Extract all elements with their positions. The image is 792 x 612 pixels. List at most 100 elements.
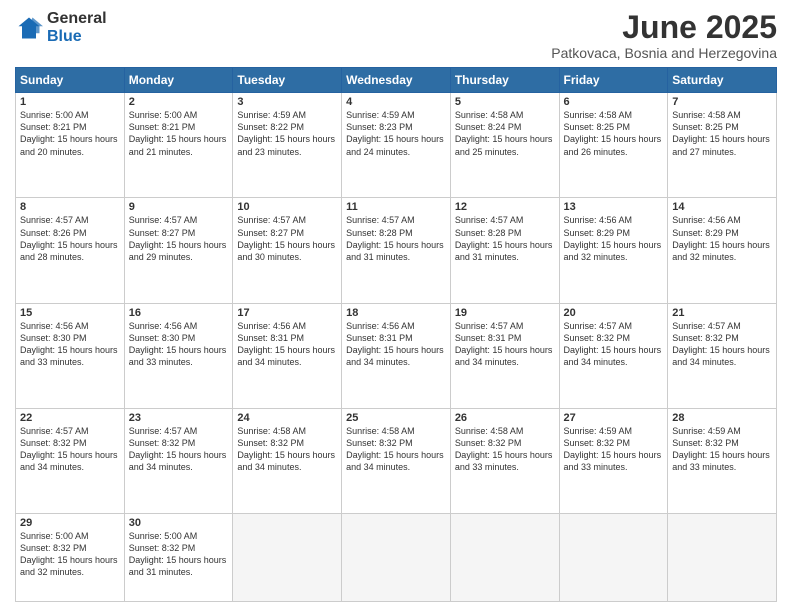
day-number: 16: [129, 307, 229, 319]
table-row: 7 Sunrise: 4:58 AMSunset: 8:25 PMDayligh…: [668, 93, 777, 198]
calendar-subtitle: Patkovaca, Bosnia and Herzegovina: [551, 45, 777, 61]
table-row: 21 Sunrise: 4:57 AMSunset: 8:32 PMDaylig…: [668, 303, 777, 408]
day-info: Sunrise: 4:59 AMSunset: 8:23 PMDaylight:…: [346, 110, 444, 156]
col-wednesday: Wednesday: [342, 68, 451, 93]
day-info: Sunrise: 4:58 AMSunset: 8:32 PMDaylight:…: [346, 426, 444, 472]
day-info: Sunrise: 4:57 AMSunset: 8:31 PMDaylight:…: [455, 321, 553, 367]
table-row: 8 Sunrise: 4:57 AMSunset: 8:26 PMDayligh…: [16, 198, 125, 303]
day-info: Sunrise: 4:57 AMSunset: 8:32 PMDaylight:…: [20, 426, 118, 472]
day-info: Sunrise: 4:58 AMSunset: 8:25 PMDaylight:…: [672, 110, 770, 156]
table-row: 14 Sunrise: 4:56 AMSunset: 8:29 PMDaylig…: [668, 198, 777, 303]
day-info: Sunrise: 4:56 AMSunset: 8:31 PMDaylight:…: [346, 321, 444, 367]
day-number: 11: [346, 201, 446, 213]
table-row: 12 Sunrise: 4:57 AMSunset: 8:28 PMDaylig…: [450, 198, 559, 303]
day-number: 23: [129, 412, 229, 424]
table-row: [450, 514, 559, 602]
day-info: Sunrise: 5:00 AMSunset: 8:32 PMDaylight:…: [129, 531, 227, 577]
table-row: 29 Sunrise: 5:00 AMSunset: 8:32 PMDaylig…: [16, 514, 125, 602]
table-row: 1 Sunrise: 5:00 AMSunset: 8:21 PMDayligh…: [16, 93, 125, 198]
day-number: 29: [20, 517, 120, 529]
table-row: 22 Sunrise: 4:57 AMSunset: 8:32 PMDaylig…: [16, 408, 125, 513]
day-info: Sunrise: 4:56 AMSunset: 8:30 PMDaylight:…: [129, 321, 227, 367]
table-row: 23 Sunrise: 4:57 AMSunset: 8:32 PMDaylig…: [124, 408, 233, 513]
day-info: Sunrise: 4:57 AMSunset: 8:27 PMDaylight:…: [129, 215, 227, 261]
table-row: [668, 514, 777, 602]
header-row: Sunday Monday Tuesday Wednesday Thursday…: [16, 68, 777, 93]
day-number: 24: [237, 412, 337, 424]
col-monday: Monday: [124, 68, 233, 93]
table-row: 13 Sunrise: 4:56 AMSunset: 8:29 PMDaylig…: [559, 198, 668, 303]
day-number: 15: [20, 307, 120, 319]
day-info: Sunrise: 5:00 AMSunset: 8:21 PMDaylight:…: [129, 110, 227, 156]
day-number: 21: [672, 307, 772, 319]
day-info: Sunrise: 5:00 AMSunset: 8:32 PMDaylight:…: [20, 531, 118, 577]
day-number: 25: [346, 412, 446, 424]
day-number: 3: [237, 96, 337, 108]
table-row: 25 Sunrise: 4:58 AMSunset: 8:32 PMDaylig…: [342, 408, 451, 513]
col-friday: Friday: [559, 68, 668, 93]
logo: General Blue: [15, 10, 107, 45]
table-row: 10 Sunrise: 4:57 AMSunset: 8:27 PMDaylig…: [233, 198, 342, 303]
header: General Blue June 2025 Patkovaca, Bosnia…: [15, 10, 777, 61]
table-row: 9 Sunrise: 4:57 AMSunset: 8:27 PMDayligh…: [124, 198, 233, 303]
day-number: 1: [20, 96, 120, 108]
logo-text: General Blue: [47, 10, 107, 45]
day-number: 22: [20, 412, 120, 424]
day-number: 9: [129, 201, 229, 213]
table-row: 28 Sunrise: 4:59 AMSunset: 8:32 PMDaylig…: [668, 408, 777, 513]
day-number: 10: [237, 201, 337, 213]
day-number: 26: [455, 412, 555, 424]
day-info: Sunrise: 4:57 AMSunset: 8:26 PMDaylight:…: [20, 215, 118, 261]
table-row: 30 Sunrise: 5:00 AMSunset: 8:32 PMDaylig…: [124, 514, 233, 602]
day-info: Sunrise: 4:57 AMSunset: 8:32 PMDaylight:…: [129, 426, 227, 472]
logo-icon: [15, 14, 43, 42]
logo-general-text: General: [47, 10, 107, 28]
table-row: 6 Sunrise: 4:58 AMSunset: 8:25 PMDayligh…: [559, 93, 668, 198]
table-row: 4 Sunrise: 4:59 AMSunset: 8:23 PMDayligh…: [342, 93, 451, 198]
table-row: 24 Sunrise: 4:58 AMSunset: 8:32 PMDaylig…: [233, 408, 342, 513]
day-info: Sunrise: 4:57 AMSunset: 8:27 PMDaylight:…: [237, 215, 335, 261]
table-row: [342, 514, 451, 602]
table-row: [559, 514, 668, 602]
day-number: 7: [672, 96, 772, 108]
day-info: Sunrise: 4:57 AMSunset: 8:28 PMDaylight:…: [346, 215, 444, 261]
day-number: 27: [564, 412, 664, 424]
col-sunday: Sunday: [16, 68, 125, 93]
table-row: 16 Sunrise: 4:56 AMSunset: 8:30 PMDaylig…: [124, 303, 233, 408]
day-number: 14: [672, 201, 772, 213]
calendar-table: Sunday Monday Tuesday Wednesday Thursday…: [15, 67, 777, 602]
day-number: 12: [455, 201, 555, 213]
day-info: Sunrise: 4:56 AMSunset: 8:29 PMDaylight:…: [672, 215, 770, 261]
day-info: Sunrise: 4:58 AMSunset: 8:32 PMDaylight:…: [237, 426, 335, 472]
table-row: 15 Sunrise: 4:56 AMSunset: 8:30 PMDaylig…: [16, 303, 125, 408]
table-row: 3 Sunrise: 4:59 AMSunset: 8:22 PMDayligh…: [233, 93, 342, 198]
table-row: [233, 514, 342, 602]
table-row: 27 Sunrise: 4:59 AMSunset: 8:32 PMDaylig…: [559, 408, 668, 513]
day-number: 8: [20, 201, 120, 213]
day-number: 4: [346, 96, 446, 108]
table-row: 11 Sunrise: 4:57 AMSunset: 8:28 PMDaylig…: [342, 198, 451, 303]
day-info: Sunrise: 4:57 AMSunset: 8:32 PMDaylight:…: [564, 321, 662, 367]
table-row: 17 Sunrise: 4:56 AMSunset: 8:31 PMDaylig…: [233, 303, 342, 408]
day-info: Sunrise: 4:58 AMSunset: 8:25 PMDaylight:…: [564, 110, 662, 156]
day-info: Sunrise: 4:59 AMSunset: 8:22 PMDaylight:…: [237, 110, 335, 156]
day-number: 6: [564, 96, 664, 108]
table-row: 18 Sunrise: 4:56 AMSunset: 8:31 PMDaylig…: [342, 303, 451, 408]
day-number: 17: [237, 307, 337, 319]
day-info: Sunrise: 4:59 AMSunset: 8:32 PMDaylight:…: [564, 426, 662, 472]
page: General Blue June 2025 Patkovaca, Bosnia…: [0, 0, 792, 612]
table-row: 19 Sunrise: 4:57 AMSunset: 8:31 PMDaylig…: [450, 303, 559, 408]
day-number: 13: [564, 201, 664, 213]
day-info: Sunrise: 4:58 AMSunset: 8:32 PMDaylight:…: [455, 426, 553, 472]
table-row: 5 Sunrise: 4:58 AMSunset: 8:24 PMDayligh…: [450, 93, 559, 198]
day-info: Sunrise: 5:00 AMSunset: 8:21 PMDaylight:…: [20, 110, 118, 156]
table-row: 26 Sunrise: 4:58 AMSunset: 8:32 PMDaylig…: [450, 408, 559, 513]
day-number: 19: [455, 307, 555, 319]
table-row: 20 Sunrise: 4:57 AMSunset: 8:32 PMDaylig…: [559, 303, 668, 408]
day-info: Sunrise: 4:57 AMSunset: 8:28 PMDaylight:…: [455, 215, 553, 261]
day-number: 20: [564, 307, 664, 319]
day-info: Sunrise: 4:57 AMSunset: 8:32 PMDaylight:…: [672, 321, 770, 367]
day-info: Sunrise: 4:56 AMSunset: 8:29 PMDaylight:…: [564, 215, 662, 261]
col-tuesday: Tuesday: [233, 68, 342, 93]
day-info: Sunrise: 4:58 AMSunset: 8:24 PMDaylight:…: [455, 110, 553, 156]
